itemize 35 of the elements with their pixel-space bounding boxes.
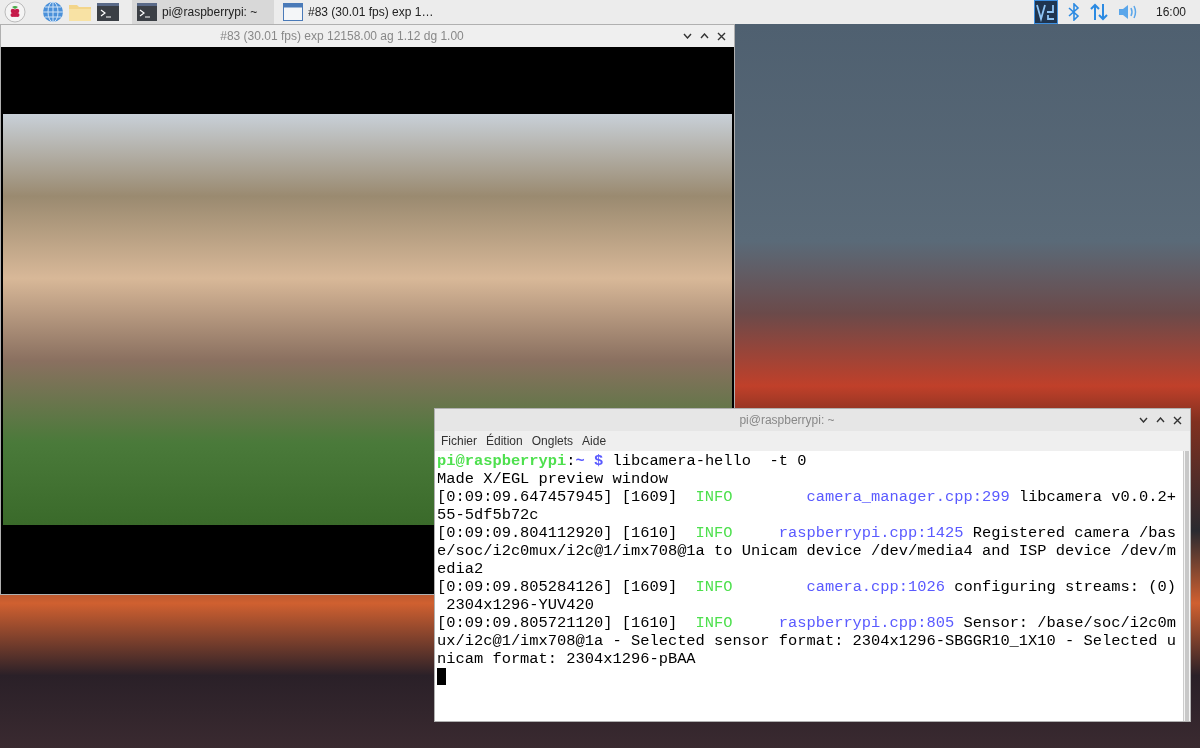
menu-item[interactable]: Onglets xyxy=(531,432,574,450)
window-title: pi@raspberrypi: ~ xyxy=(738,412,836,429)
terminal-line: [0:09:09.647457945] [1609] INFO camera_manager.cpp:299 libcamera v0.0.2+ xyxy=(437,488,1176,506)
terminal-line: [0:09:09.805721120] [1610] INFO raspberrypi.cpp:805 Sensor: /base/soc/i2c0m xyxy=(437,614,1176,632)
network-arrows-icon[interactable] xyxy=(1089,3,1108,21)
raspberry-menu-icon[interactable] xyxy=(4,1,26,23)
terminal-line: [0:09:09.804112920] [1610] INFO raspberrypi.cpp:1425 Registered camera /bas xyxy=(437,524,1176,542)
close-icon[interactable] xyxy=(717,31,726,41)
terminal-line: edia2 xyxy=(437,560,484,578)
taskbar-button[interactable]: #83 (30.01 fps) exp 1… xyxy=(278,0,446,24)
terminal-line: nicam format: 2304x1296-pBAA xyxy=(437,650,696,668)
terminal-line: pi@raspberrypi:~ $ libcamera-hello -t 0 xyxy=(437,452,807,470)
clock[interactable]: 16:00 xyxy=(1155,3,1186,21)
terminal-icon xyxy=(136,2,158,22)
terminal-line: Made X/EGL preview window xyxy=(437,470,668,488)
minimize-icon[interactable] xyxy=(683,33,692,39)
minimize-icon[interactable] xyxy=(1139,417,1148,423)
terminal-line: e/soc/i2c0mux/i2c@1/imx708@1a to Unicam device /dev/media4 and ISP device /dev/m xyxy=(437,542,1176,560)
maximize-icon[interactable] xyxy=(700,33,709,39)
vnc-icon[interactable] xyxy=(1033,0,1058,24)
taskbar-button[interactable]: pi@raspberrypi: ~ xyxy=(132,0,274,24)
terminal-line: 55-5df5b72c xyxy=(437,506,539,524)
menu-item[interactable]: Fichier xyxy=(441,432,477,450)
maximize-icon[interactable] xyxy=(1156,417,1165,423)
terminal-line: ux/i2c@1/imx708@1a - Selected sensor format: 2304x1296-SBGGR10_1X10 - Selected u xyxy=(437,632,1176,650)
text-cursor xyxy=(437,668,446,685)
menu-item[interactable]: Aide xyxy=(582,432,607,450)
bluetooth-icon[interactable] xyxy=(1067,3,1080,21)
terminal-line: [0:09:09.805284126] [1609] INFO camera.cpp:1026 configuring streams: (0) xyxy=(437,578,1176,596)
terminal-icon[interactable] xyxy=(96,1,120,23)
close-icon[interactable] xyxy=(1173,415,1182,425)
window-title: #83 (30.01 fps) exp 12158.00 ag 1.12 dg 1.00 xyxy=(219,28,465,45)
globe-icon[interactable] xyxy=(42,1,64,23)
terminal-line: 2304x1296-YUV420 xyxy=(445,596,594,614)
menu-item[interactable]: Édition xyxy=(486,432,523,450)
